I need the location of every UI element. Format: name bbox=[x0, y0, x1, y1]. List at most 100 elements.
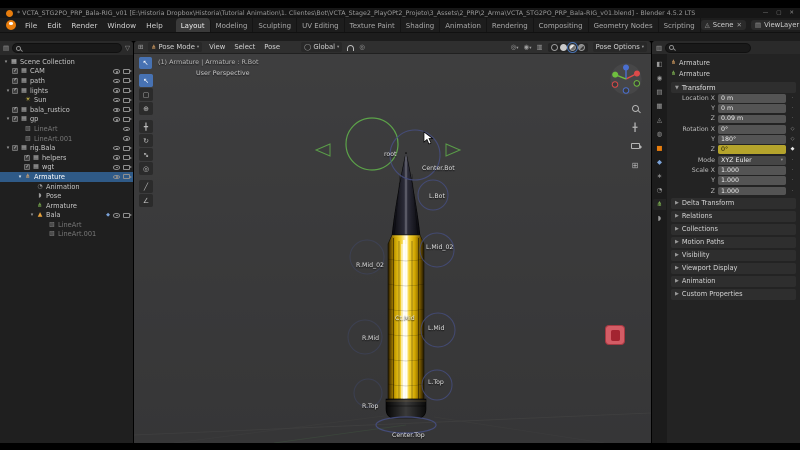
tab-layout[interactable]: Layout bbox=[175, 18, 211, 32]
expand-caret-icon[interactable]: ▾ bbox=[2, 59, 10, 65]
section-viewport-display[interactable]: ▶ Viewport Display bbox=[671, 262, 796, 274]
render-visibility-icon[interactable] bbox=[123, 78, 132, 84]
keyframe-diamond-icon[interactable]: ◇ bbox=[789, 126, 796, 132]
scene-tab[interactable]: ◬ bbox=[653, 115, 666, 126]
outliner-row-lineart-001[interactable]: ▧ LineArt.001 bbox=[0, 134, 133, 144]
collection-checkbox[interactable] bbox=[12, 77, 18, 84]
decorator-icon[interactable]: · bbox=[789, 178, 796, 183]
wireframe-shading-icon[interactable] bbox=[550, 43, 558, 51]
outliner-row-sun[interactable]: ☀ Sun bbox=[0, 95, 133, 105]
visibility-eye-icon[interactable] bbox=[113, 78, 120, 84]
tab-uv-editing[interactable]: UV Editing bbox=[297, 18, 345, 32]
render-visibility-icon[interactable] bbox=[123, 212, 132, 218]
render-visibility-icon[interactable] bbox=[123, 174, 132, 180]
tweak-tool[interactable]: ↖ bbox=[139, 74, 153, 87]
pose-menu[interactable]: Pose bbox=[262, 43, 282, 51]
rotation-mode-dropdown[interactable]: XYZ Euler ▾ bbox=[718, 155, 786, 165]
visibility-eye-icon[interactable] bbox=[113, 117, 120, 122]
visibility-eye-icon[interactable] bbox=[113, 88, 120, 93]
world-tab[interactable]: ◍ bbox=[653, 129, 666, 140]
expand-caret-icon[interactable]: ▾ bbox=[28, 212, 36, 218]
collection-checkbox[interactable] bbox=[12, 116, 18, 123]
visibility-eye-icon[interactable] bbox=[113, 145, 120, 151]
location-y-field[interactable]: 0 m bbox=[718, 104, 786, 114]
tab-animation[interactable]: Animation bbox=[440, 18, 487, 32]
snap-magnet-icon[interactable] bbox=[347, 45, 355, 51]
keyframe-diamond-icon[interactable]: ◆ bbox=[789, 147, 796, 152]
mode-selector[interactable]: ⋔ Pose Mode ▾ bbox=[148, 42, 203, 52]
overlays-icon[interactable]: ◉▾ bbox=[524, 43, 532, 51]
outliner-row-gp[interactable]: ▾ ▦ gp bbox=[0, 115, 133, 125]
tab-texture-paint[interactable]: Texture Paint bbox=[345, 18, 401, 32]
outliner-row-pose[interactable]: ◗ Pose bbox=[0, 191, 133, 201]
output-tab[interactable]: ▤ bbox=[653, 87, 666, 98]
rotate-tool[interactable]: ↻ bbox=[139, 134, 153, 147]
rotation-x-field[interactable]: 0° bbox=[718, 124, 786, 134]
move-tool[interactable]: ╋ bbox=[139, 120, 153, 133]
tab-sculpting[interactable]: Sculpting bbox=[253, 18, 298, 32]
menu-render[interactable]: Render bbox=[66, 20, 102, 31]
material-preview-icon[interactable] bbox=[566, 41, 578, 53]
outliner-row-bala-rustico[interactable]: ▦ bala_rustico bbox=[0, 105, 133, 115]
view-menu[interactable]: View bbox=[207, 43, 227, 51]
view-layer-selector[interactable]: ▤ ViewLayer bbox=[750, 20, 800, 30]
scale-y-field[interactable]: 1.000 bbox=[718, 176, 786, 186]
outliner-row-armature-selected[interactable]: ▾ ⋔ Armature bbox=[0, 172, 133, 182]
outliner-row-cam[interactable]: ▦ CAM bbox=[0, 67, 133, 77]
view-layer-tab[interactable]: ▦ bbox=[653, 101, 666, 112]
collection-checkbox[interactable] bbox=[24, 164, 30, 171]
render-visibility-icon[interactable] bbox=[123, 155, 132, 161]
transform-orientation-selector[interactable]: ◯ Global ▾ bbox=[301, 42, 343, 52]
minimize-button[interactable]: — bbox=[763, 10, 769, 16]
bone-tab[interactable]: ◗ bbox=[653, 213, 666, 224]
scale-tool[interactable]: ↔ bbox=[139, 148, 153, 161]
decorator-icon[interactable]: · bbox=[789, 157, 796, 163]
outliner-display-mode-icon[interactable]: ▤ bbox=[3, 44, 9, 52]
toggle-ortho-icon[interactable]: ⊞ bbox=[629, 159, 641, 171]
visibility-eye-icon[interactable] bbox=[113, 155, 120, 160]
outliner-row-animation[interactable]: ◔ Animation bbox=[0, 182, 133, 192]
outliner-row-helpers[interactable]: ▦ helpers bbox=[0, 153, 133, 163]
properties-search-input[interactable] bbox=[665, 42, 752, 53]
rotation-z-field-keyframed[interactable]: 0° bbox=[718, 145, 786, 155]
blender-menu-icon[interactable] bbox=[6, 20, 16, 30]
collection-checkbox[interactable] bbox=[12, 87, 18, 94]
filter-icon[interactable]: ▽ bbox=[125, 44, 130, 52]
tab-modeling[interactable]: Modeling bbox=[211, 18, 254, 32]
unlink-scene-icon[interactable]: ✕ bbox=[736, 21, 741, 29]
outliner-row-bala-lineart-001[interactable]: ▧ LineArt.001 bbox=[0, 230, 133, 240]
expand-caret-icon[interactable]: ▾ bbox=[16, 174, 24, 180]
tab-geometry-nodes[interactable]: Geometry Nodes bbox=[589, 18, 659, 32]
render-visibility-icon[interactable] bbox=[123, 88, 132, 94]
scale-z-field[interactable]: 1.000 bbox=[718, 186, 786, 196]
select-menu[interactable]: Select bbox=[232, 43, 257, 51]
pan-hand-icon[interactable]: ╋ bbox=[629, 121, 641, 133]
maximize-button[interactable]: ▢ bbox=[776, 10, 781, 16]
outliner-row-wgt[interactable]: ▦ wgt bbox=[0, 163, 133, 173]
show-gizmo-icon[interactable]: ◎▾ bbox=[511, 43, 519, 51]
menu-file[interactable]: File bbox=[20, 20, 42, 31]
render-visibility-icon[interactable] bbox=[123, 164, 132, 170]
viewport-canvas[interactable]: ↖ (1) Armature | Armature : R.Bot User P… bbox=[134, 54, 651, 443]
visibility-eye-icon[interactable] bbox=[113, 165, 120, 170]
keyframe-diamond-icon[interactable]: ◇ bbox=[789, 137, 796, 142]
editor-type-icon[interactable]: ⊞ bbox=[138, 43, 143, 51]
visibility-eye-icon[interactable] bbox=[123, 136, 130, 141]
object-tab[interactable]: ■ bbox=[653, 143, 666, 154]
proportional-editing-icon[interactable]: ◎ bbox=[359, 43, 365, 51]
outliner-row-lights[interactable]: ▾ ▦ lights bbox=[0, 86, 133, 96]
render-visibility-icon[interactable] bbox=[123, 97, 132, 103]
collection-checkbox[interactable] bbox=[24, 154, 30, 161]
transform-tool[interactable]: ◎ bbox=[139, 162, 153, 175]
location-z-field[interactable]: 0.09 m bbox=[718, 114, 786, 124]
expand-caret-icon[interactable]: ▾ bbox=[4, 116, 12, 122]
collection-checkbox[interactable] bbox=[12, 68, 18, 75]
visibility-eye-icon[interactable] bbox=[113, 97, 120, 103]
render-visibility-icon[interactable] bbox=[123, 68, 132, 74]
decorator-icon[interactable]: · bbox=[789, 95, 796, 101]
visibility-eye-icon[interactable] bbox=[113, 174, 120, 180]
tool-tab[interactable]: ◧ bbox=[653, 59, 666, 70]
tab-rendering[interactable]: Rendering bbox=[487, 18, 534, 32]
visibility-eye-icon[interactable] bbox=[123, 126, 130, 132]
solid-shading-icon[interactable] bbox=[559, 43, 567, 51]
